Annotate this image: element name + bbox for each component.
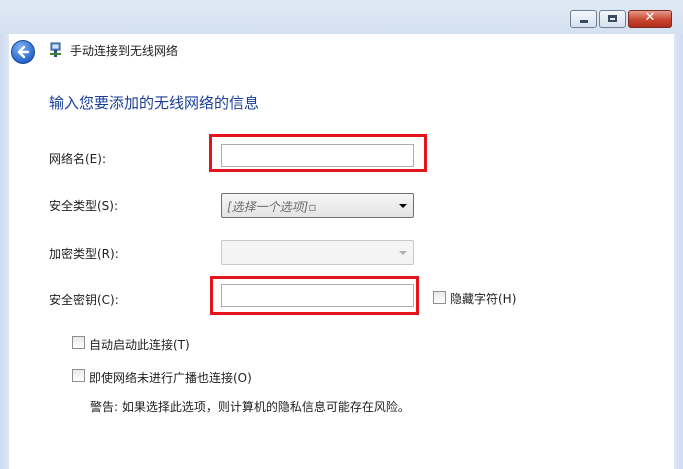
window-frame-left	[0, 34, 9, 469]
auto-start-label: 自动启动此连接(T)	[89, 338, 190, 352]
auto-start-checkbox[interactable]	[72, 336, 85, 349]
network-name-label: 网络名(E):	[49, 152, 106, 166]
window-frame-right	[674, 34, 683, 469]
close-button[interactable]: ✕	[628, 10, 672, 28]
security-type-label: 安全类型(S):	[49, 199, 119, 213]
maximize-icon	[608, 15, 617, 22]
hide-chars-label: 隐藏字符(H)	[450, 292, 517, 306]
security-key-label: 安全密钥(C):	[49, 293, 119, 307]
network-icon	[50, 42, 61, 57]
back-arrow-icon	[17, 45, 30, 59]
encryption-type-dropdown[interactable]	[221, 240, 414, 265]
minimize-button[interactable]	[570, 10, 597, 28]
chevron-down-icon	[399, 204, 407, 208]
close-icon: ✕	[644, 10, 656, 25]
minimize-icon	[580, 20, 588, 23]
hide-chars-checkbox[interactable]	[433, 291, 446, 304]
back-button[interactable]	[11, 40, 35, 64]
warning-text: 警告: 如果选择此选项，则计算机的隐私信息可能存在风险。	[90, 400, 410, 414]
security-key-field[interactable]	[221, 284, 414, 307]
page-heading: 输入您要添加的无线网络的信息	[49, 94, 260, 112]
security-type-selected: [选择一个选项]▫	[227, 200, 317, 214]
chevron-down-icon	[399, 251, 407, 255]
network-name-field[interactable]	[221, 144, 414, 167]
wizard-title: 手动连接到无线网络	[70, 44, 179, 58]
connect-hidden-checkbox[interactable]	[72, 369, 85, 382]
encryption-type-label: 加密类型(R):	[49, 247, 119, 261]
maximize-button[interactable]	[599, 10, 626, 28]
connect-hidden-label: 即使网络未进行广播也连接(O)	[89, 371, 252, 385]
security-type-dropdown[interactable]: [选择一个选项]▫	[221, 193, 414, 218]
